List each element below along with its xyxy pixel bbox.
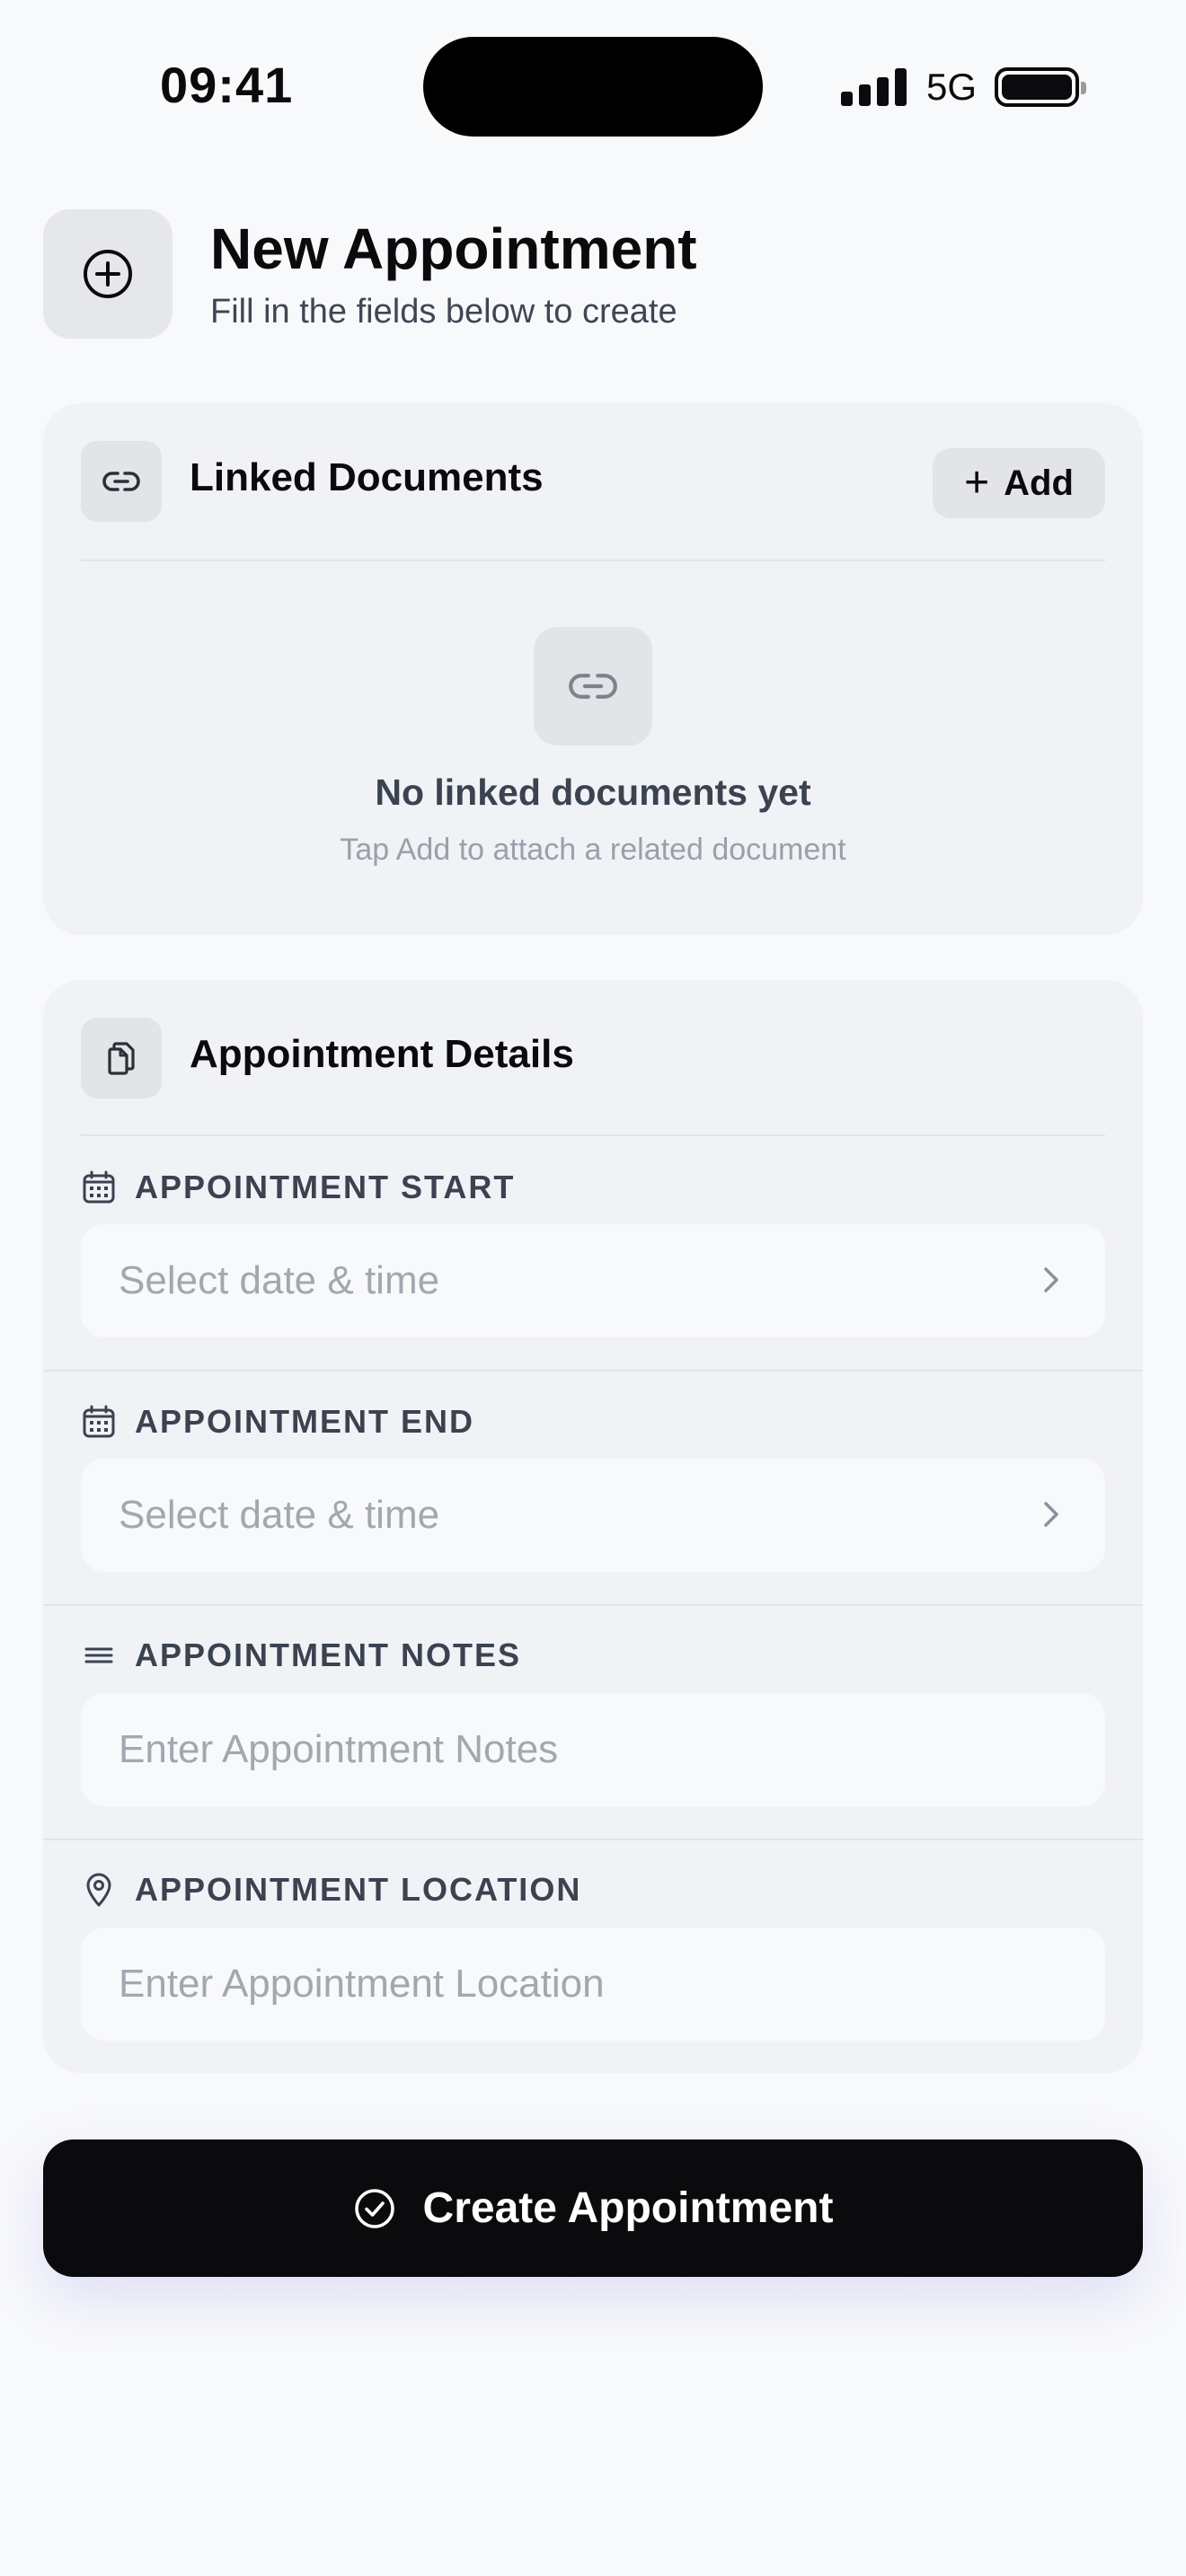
page-title: New Appointment	[210, 216, 697, 281]
appointment-start-label-row: APPOINTMENT START	[81, 1165, 515, 1210]
calendar-icon	[81, 1404, 117, 1440]
battery-icon	[995, 67, 1087, 107]
linked-documents-card: Linked Documents + Add No linked documen…	[43, 403, 1143, 935]
create-appointment-label: Create Appointment	[422, 2184, 834, 2232]
link-icon	[534, 627, 652, 745]
plus-circle-icon	[43, 209, 173, 339]
appointment-location-label: APPOINTMENT LOCATION	[135, 1871, 582, 1908]
status-time: 09:41	[160, 57, 294, 113]
appointment-location-placeholder: Enter Appointment Location	[119, 1962, 605, 2006]
appointment-start-label: APPOINTMENT START	[135, 1169, 516, 1205]
empty-state-subtitle: Tap Add to attach a related document	[340, 833, 846, 867]
appointment-end-label: APPOINTMENT END	[135, 1403, 475, 1440]
appointment-location-label-row: APPOINTMENT LOCATION	[81, 1867, 581, 1912]
dynamic-island	[423, 37, 763, 137]
appointment-end-placeholder: Select date & time	[119, 1493, 440, 1537]
linked-documents-title: Linked Documents	[190, 455, 544, 499]
add-button-label: Add	[1004, 463, 1074, 503]
appointment-start-picker[interactable]: Select date & time	[81, 1224, 1105, 1337]
link-icon	[81, 441, 162, 522]
appointment-notes-label: APPOINTMENT NOTES	[135, 1636, 522, 1673]
chevron-right-icon	[1044, 1502, 1058, 1527]
appointment-details-card: Appointment Details APPOINTMENT START Se…	[43, 980, 1143, 2073]
appointment-location-input[interactable]: Enter Appointment Location	[81, 1928, 1105, 2041]
status-bar: 09:41 5G	[0, 0, 1186, 171]
plus-icon: +	[964, 459, 990, 507]
divider	[81, 560, 1105, 561]
appointment-notes-label-row: APPOINTMENT NOTES	[81, 1633, 521, 1678]
appointment-notes-placeholder: Enter Appointment Notes	[119, 1727, 559, 1771]
calendar-icon	[81, 1169, 117, 1205]
divider	[81, 1134, 1105, 1136]
divider	[43, 1604, 1143, 1606]
create-appointment-button[interactable]: Create Appointment	[43, 2139, 1143, 2277]
signal-icon	[841, 68, 907, 106]
appointment-end-label-row: APPOINTMENT END	[81, 1399, 474, 1444]
page-subtitle: Fill in the fields below to create	[210, 293, 677, 331]
divider	[43, 1839, 1143, 1840]
appointment-end-picker[interactable]: Select date & time	[81, 1459, 1105, 1572]
lines-icon	[81, 1637, 117, 1673]
divider	[43, 1370, 1143, 1372]
check-circle-icon	[354, 2188, 394, 2228]
chevron-right-icon	[1044, 1267, 1058, 1292]
empty-state-title: No linked documents yet	[375, 772, 811, 813]
documents-icon	[81, 1018, 162, 1098]
appointment-notes-input[interactable]: Enter Appointment Notes	[81, 1693, 1105, 1806]
appointment-start-placeholder: Select date & time	[119, 1258, 440, 1302]
add-document-button[interactable]: + Add	[933, 448, 1105, 518]
map-pin-icon	[81, 1872, 117, 1908]
status-indicators: 5G	[841, 65, 1087, 110]
network-label: 5G	[926, 66, 978, 108]
appointment-details-title: Appointment Details	[190, 1032, 574, 1076]
